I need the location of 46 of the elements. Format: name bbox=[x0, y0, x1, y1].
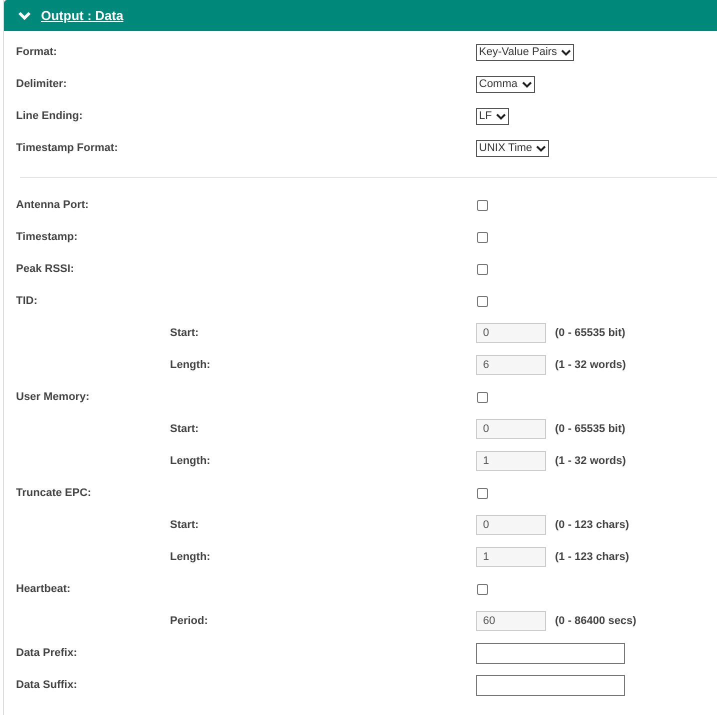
range-hint: (0 - 86400 secs) bbox=[555, 615, 636, 627]
dropdown[interactable]: LF bbox=[476, 108, 509, 124]
range-hint: (0 - 123 chars) bbox=[555, 519, 629, 531]
field-label: Data Suffix: bbox=[16, 679, 78, 691]
range-hint: (1 - 32 words) bbox=[555, 455, 626, 467]
checkbox[interactable] bbox=[477, 488, 488, 498]
field-label: Timestamp: bbox=[16, 231, 78, 243]
panel-title[interactable]: Output : Data bbox=[41, 8, 124, 23]
dropdown[interactable]: UNIX Time bbox=[476, 140, 550, 156]
chevron-down-icon bbox=[561, 48, 572, 56]
range-hint: (1 - 123 chars) bbox=[555, 551, 629, 563]
field-label: Start: bbox=[170, 327, 199, 339]
field-label: Length: bbox=[170, 551, 210, 563]
field-label: Period: bbox=[170, 615, 208, 627]
field-label: Format: bbox=[16, 46, 57, 58]
checkbox[interactable] bbox=[477, 264, 488, 274]
checkbox[interactable] bbox=[477, 296, 488, 306]
field-label: Length: bbox=[170, 455, 210, 467]
checkbox[interactable] bbox=[477, 392, 488, 402]
dropdown[interactable]: Key-Value Pairs bbox=[476, 44, 574, 60]
panel-header[interactable]: Output : Data bbox=[4, 0, 717, 31]
checkbox[interactable] bbox=[477, 584, 488, 594]
chevron-down-icon bbox=[536, 144, 546, 152]
range-hint: (0 - 65535 bit) bbox=[555, 327, 626, 339]
field-label: Start: bbox=[170, 423, 199, 435]
field-label: Peak RSSI: bbox=[16, 263, 74, 275]
dropdown[interactable]: Comma bbox=[476, 76, 535, 92]
field-label: User Memory: bbox=[16, 391, 90, 403]
input-field[interactable] bbox=[476, 674, 625, 696]
chevron-down-icon bbox=[496, 112, 506, 120]
input-field[interactable] bbox=[476, 642, 625, 664]
field-label: TID: bbox=[16, 295, 38, 307]
checkbox[interactable] bbox=[477, 200, 488, 210]
range-hint: (0 - 65535 bit) bbox=[555, 423, 626, 435]
field-label: Length: bbox=[170, 359, 210, 371]
field-label: Line Ending: bbox=[16, 110, 83, 122]
field-label: Timestamp Format: bbox=[16, 142, 118, 154]
field-label: Antenna Port: bbox=[16, 199, 89, 211]
field-label: Heartbeat: bbox=[16, 583, 70, 595]
field-label: Data Prefix: bbox=[16, 647, 78, 659]
field-label: Delimiter: bbox=[16, 78, 67, 90]
chevron-down-icon bbox=[522, 80, 532, 88]
field-label: Truncate EPC: bbox=[16, 487, 92, 499]
field-label: Start: bbox=[170, 519, 199, 531]
range-hint: (1 - 32 words) bbox=[555, 359, 626, 371]
checkbox[interactable] bbox=[477, 232, 488, 242]
